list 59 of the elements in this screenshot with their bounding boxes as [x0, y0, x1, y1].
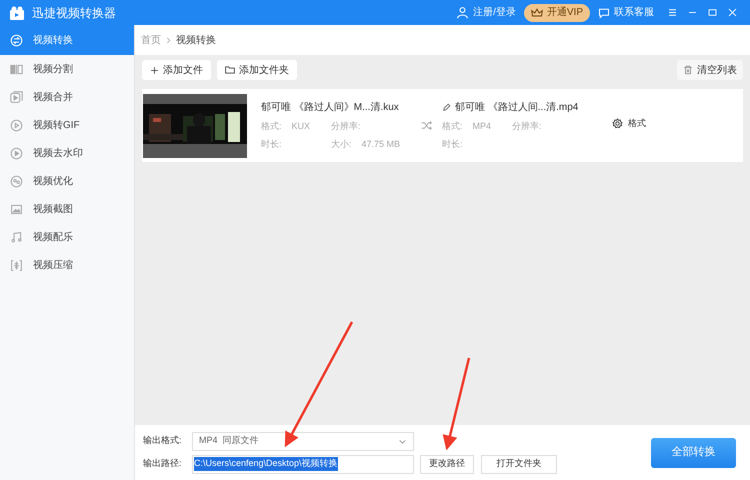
field-label: 输出路径: — [143, 457, 183, 470]
field-value: MP4 — [472, 120, 492, 132]
field-label: 分辨率: — [331, 120, 361, 132]
sidebar-item[interactable]: 视频转GIF — [0, 111, 134, 139]
field-label: 时长: — [261, 138, 282, 151]
app-title: 迅捷视频转换器 — [32, 4, 116, 22]
trash-icon — [683, 65, 693, 75]
clear-list-button[interactable]: 清空列表 — [677, 60, 743, 80]
split-icon — [10, 62, 23, 76]
gear-icon — [612, 118, 623, 129]
close-icon[interactable] — [726, 7, 738, 18]
image-icon — [10, 202, 23, 216]
sidebar-item[interactable]: 视频配乐 — [0, 223, 134, 251]
sidebar-item[interactable]: 视频转换 — [0, 25, 134, 55]
open-folder-button[interactable]: 打开文件夹 — [481, 454, 557, 474]
field-label: 大小: — [331, 138, 352, 151]
format-dropdown[interactable]: MP4 同原文件 — [192, 432, 414, 450]
field-label: 输出格式: — [143, 434, 183, 448]
vip-button[interactable]: 开通VIP — [524, 4, 590, 22]
app-logo-icon — [8, 4, 26, 20]
crown-icon — [530, 6, 543, 18]
sidebar-item[interactable]: 视频优化 — [0, 167, 134, 195]
login-link[interactable]: 注册/登录 — [456, 5, 516, 20]
convert-icon — [10, 34, 23, 46]
sidebar-item[interactable]: 视频合并 — [0, 83, 134, 111]
maximize-icon[interactable] — [706, 7, 718, 18]
field-label: 格式: — [261, 120, 282, 132]
plus-icon — [150, 66, 159, 74]
add-file-button[interactable]: 添加文件 — [142, 60, 211, 80]
sidebar-item[interactable]: 视频压缩 — [0, 251, 134, 279]
field-label: 分辨率: — [512, 120, 542, 132]
field-label: 时长: — [442, 138, 463, 151]
format-settings-button[interactable]: 格式 — [612, 116, 646, 130]
sidebar-item[interactable]: 视频截图 — [0, 195, 134, 223]
pencil-icon — [442, 102, 451, 112]
add-folder-button[interactable]: 添加文件夹 — [217, 60, 297, 80]
chevron-right-icon — [165, 36, 172, 44]
breadcrumb-link[interactable]: 视频转换 — [176, 32, 216, 48]
file-name: 郁可唯 《路过人间》M...清.kux — [261, 100, 400, 114]
file-name: 郁可唯 《路过人间...清.mp4 — [455, 100, 578, 114]
path-input-field[interactable]: C:\Users\cenfeng\Desktop\视频转换 — [192, 454, 414, 474]
user-icon — [456, 6, 470, 19]
play-circle-icon — [10, 146, 23, 160]
field-value: 47.75 MB — [362, 138, 400, 151]
chat-bubble-icon — [598, 6, 610, 18]
change-path-button[interactable]: 更改路径 — [420, 454, 474, 474]
shuffle-icon — [421, 120, 432, 131]
compress-icon — [10, 258, 23, 272]
sidebar-item[interactable]: 视频分割 — [0, 55, 134, 83]
menu-icon[interactable] — [666, 7, 678, 18]
play-circle-icon — [10, 118, 23, 132]
support-link[interactable]: 联系客服 — [598, 5, 654, 20]
merge-icon — [10, 90, 23, 104]
field-label: 格式: — [442, 120, 463, 132]
sidebar-item[interactable]: 视频去水印 — [0, 139, 134, 167]
film-reel-icon — [10, 174, 23, 188]
music-note-icon — [10, 230, 23, 244]
folder-icon — [225, 65, 235, 75]
field-value: KUX — [292, 120, 310, 132]
